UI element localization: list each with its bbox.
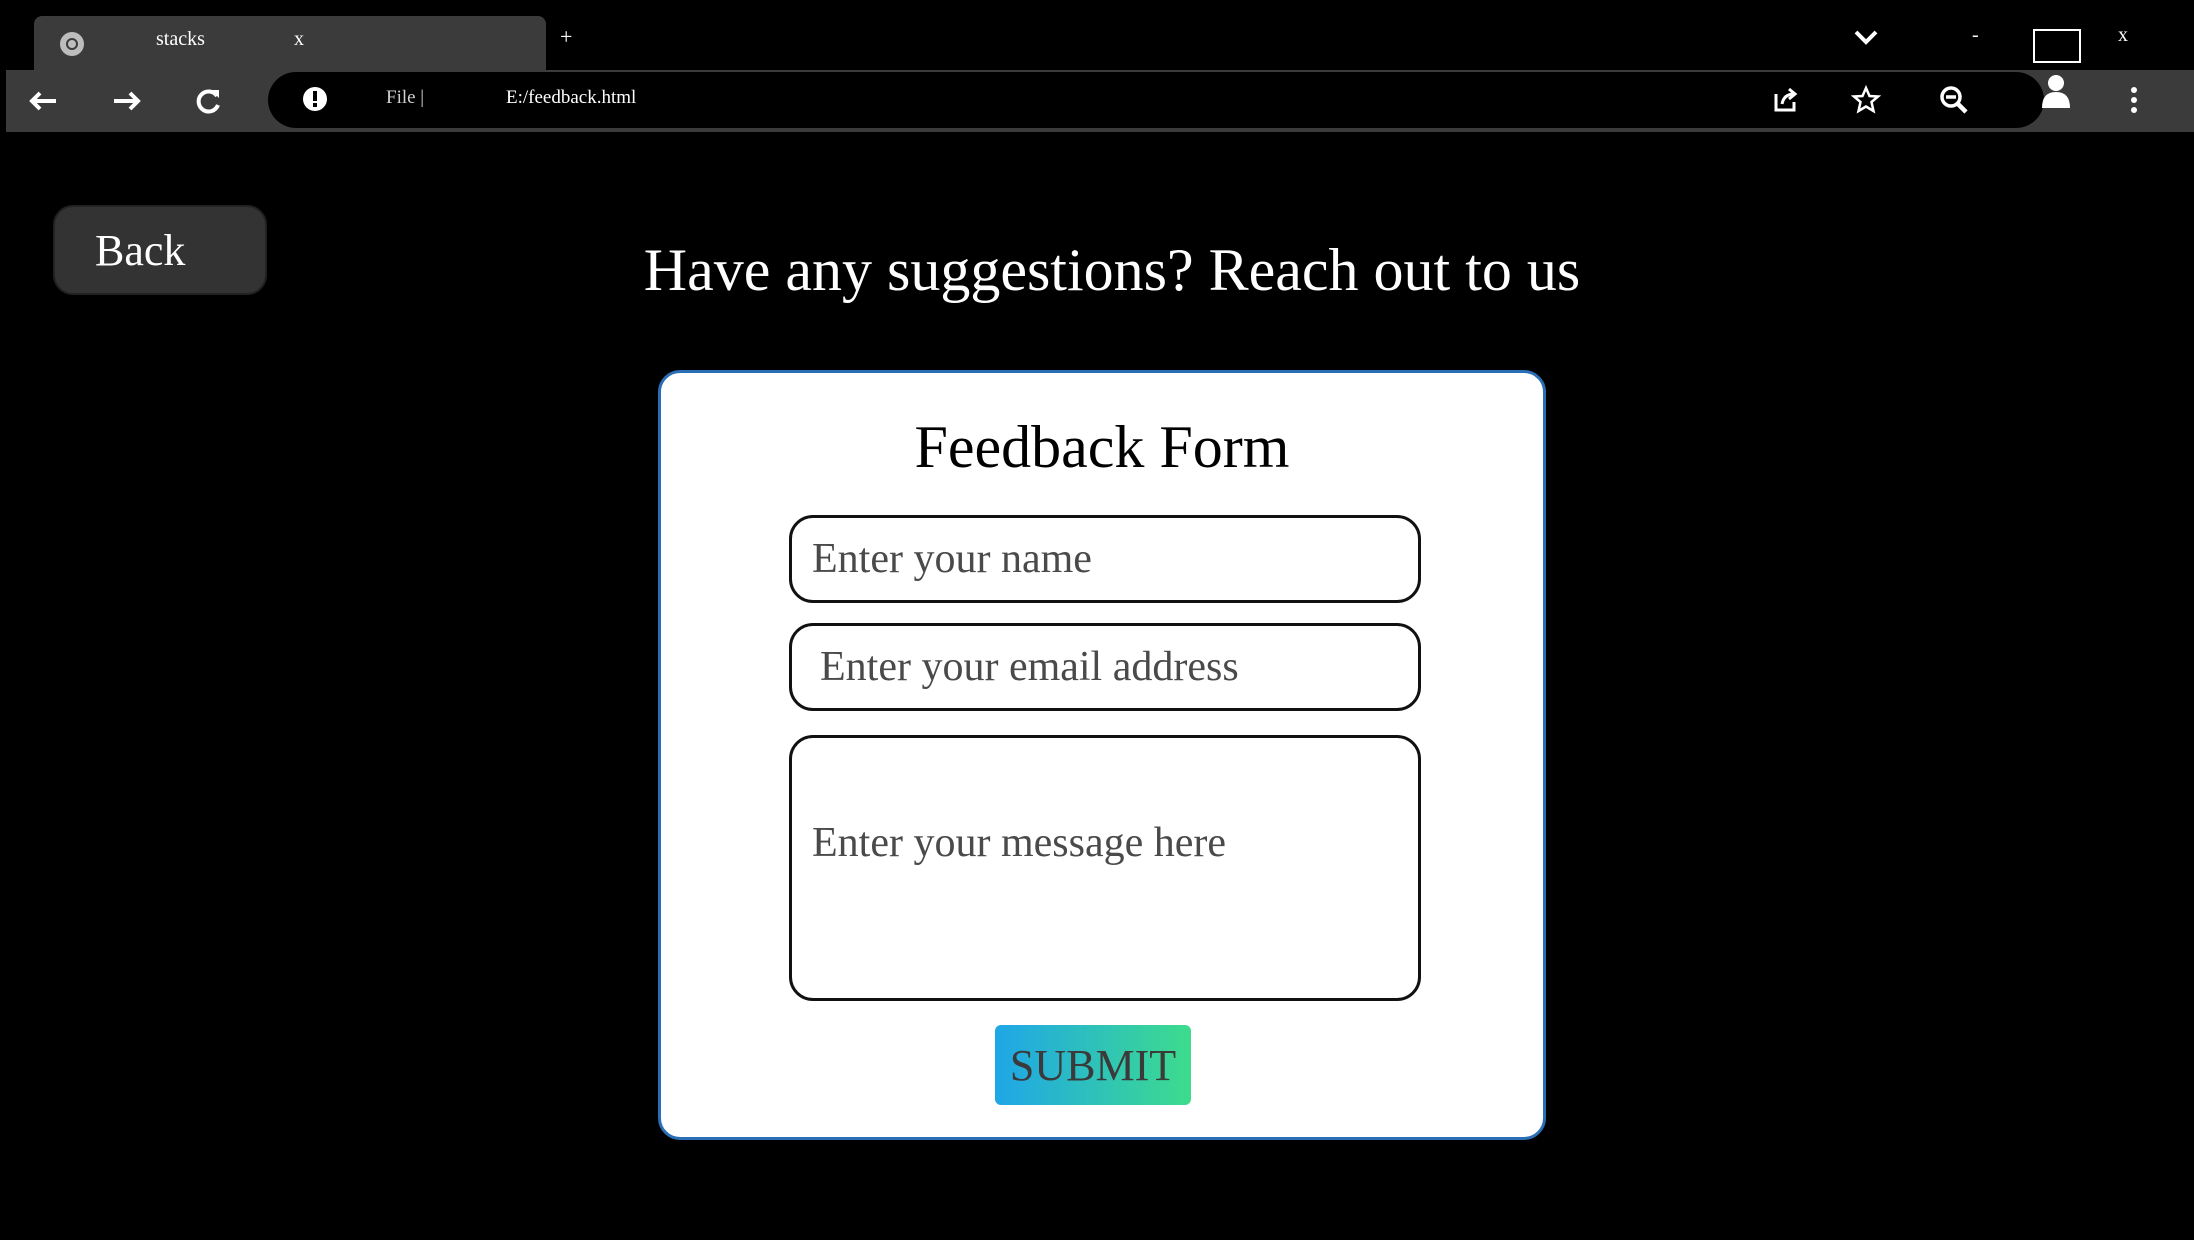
form-title: Feedback Form: [914, 414, 1290, 480]
tab-search-chevron-icon[interactable]: [1852, 26, 1880, 55]
url-text[interactable]: E:/feedback.html: [506, 87, 636, 109]
maximize-button[interactable]: [2032, 26, 2082, 71]
tab-close-button[interactable]: x: [294, 28, 304, 51]
new-tab-button[interactable]: +: [560, 24, 572, 50]
share-icon[interactable]: [1768, 82, 1804, 118]
page-content: Back Have any suggestions? Reach out to …: [6, 132, 2194, 1240]
email-input[interactable]: [789, 623, 1421, 711]
back-arrow-icon[interactable]: [26, 84, 60, 118]
profile-icon[interactable]: [2038, 74, 2074, 110]
message-textarea[interactable]: [789, 735, 1421, 1001]
tab-stacks[interactable]: stacks x: [34, 16, 546, 70]
zoom-out-icon[interactable]: [1936, 82, 1972, 118]
browser-window: stacks x + - x File | E:/feedback.html B…: [6, 12, 2194, 1240]
close-window-button[interactable]: x: [2118, 24, 2128, 47]
forward-arrow-icon[interactable]: [110, 84, 144, 118]
url-scheme: File |: [386, 87, 425, 108]
minimize-button[interactable]: -: [1972, 24, 1979, 47]
kebab-menu-icon[interactable]: [2116, 82, 2152, 118]
page-heading: Have any suggestions? Reach out to us: [643, 237, 1581, 303]
tab-title: stacks: [156, 28, 205, 50]
tab-strip: stacks x + - x: [6, 12, 2194, 72]
reload-icon[interactable]: [192, 84, 226, 118]
browser-toolbar: File | E:/feedback.html: [6, 70, 2194, 132]
star-icon[interactable]: [1848, 82, 1884, 118]
name-input[interactable]: [789, 515, 1421, 603]
info-icon[interactable]: [302, 86, 328, 112]
feedback-form-card: Feedback Form SUBMIT: [658, 370, 1546, 1140]
submit-button[interactable]: SUBMIT: [995, 1025, 1191, 1105]
chrome-logo-icon: [58, 30, 86, 58]
